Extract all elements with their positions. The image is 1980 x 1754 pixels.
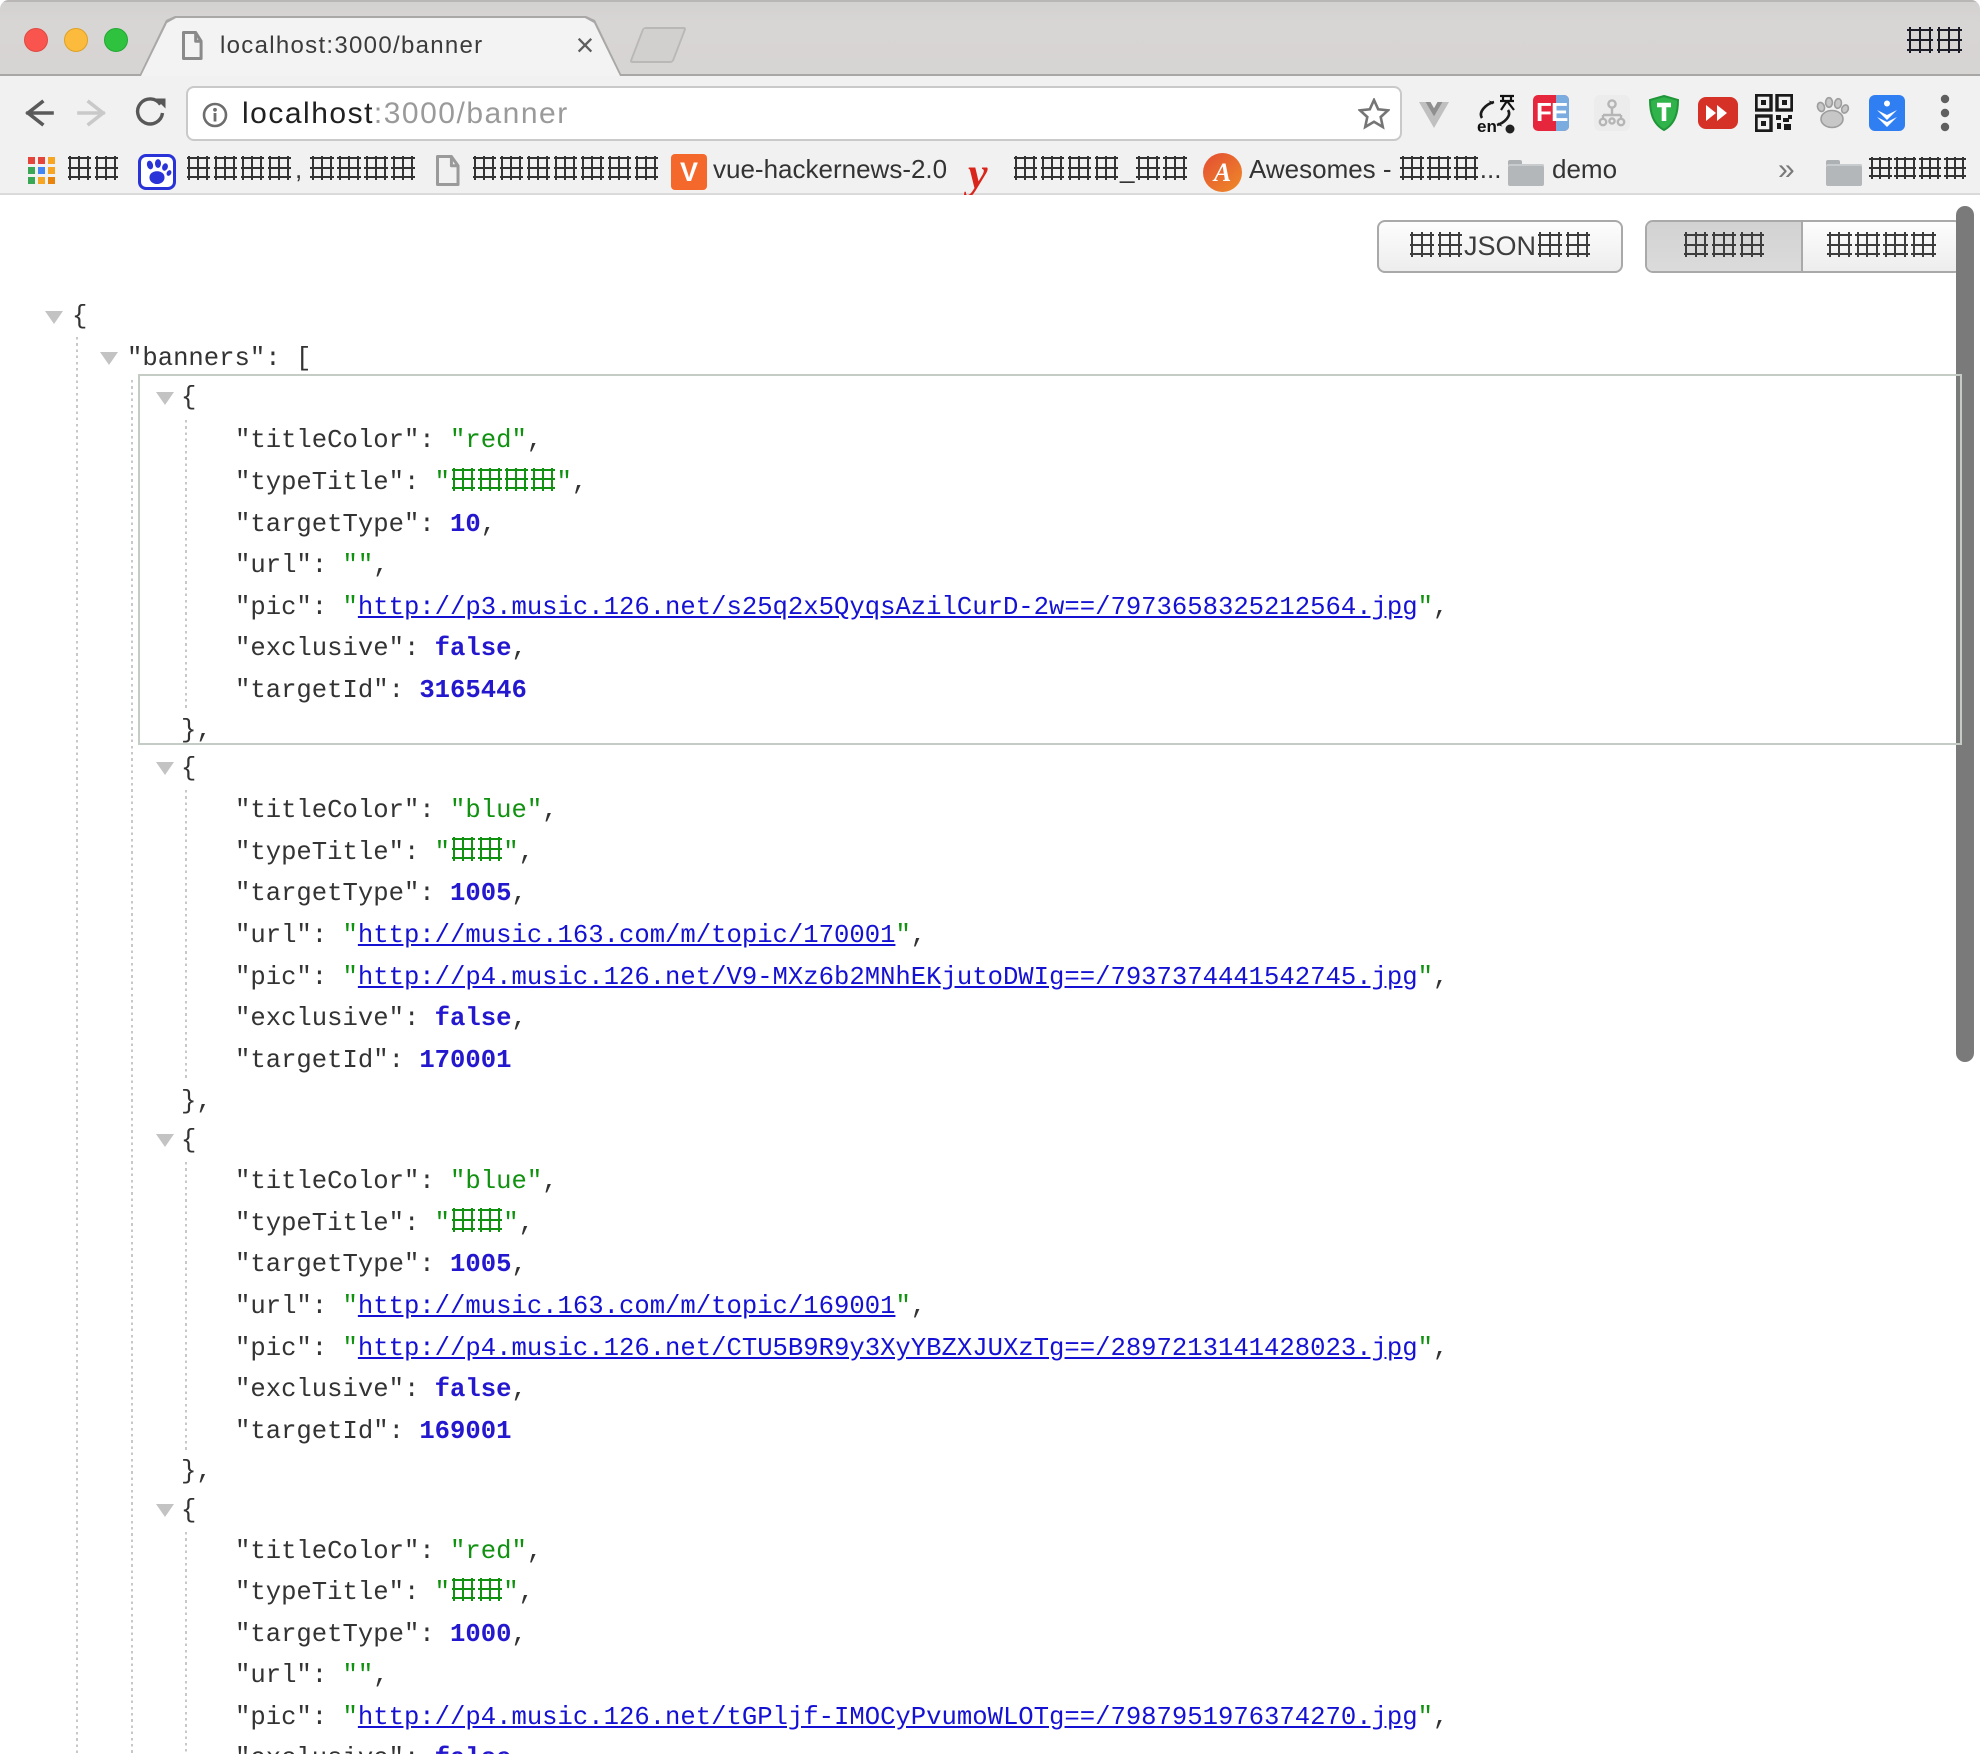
svg-text:en: en [1477, 117, 1497, 134]
